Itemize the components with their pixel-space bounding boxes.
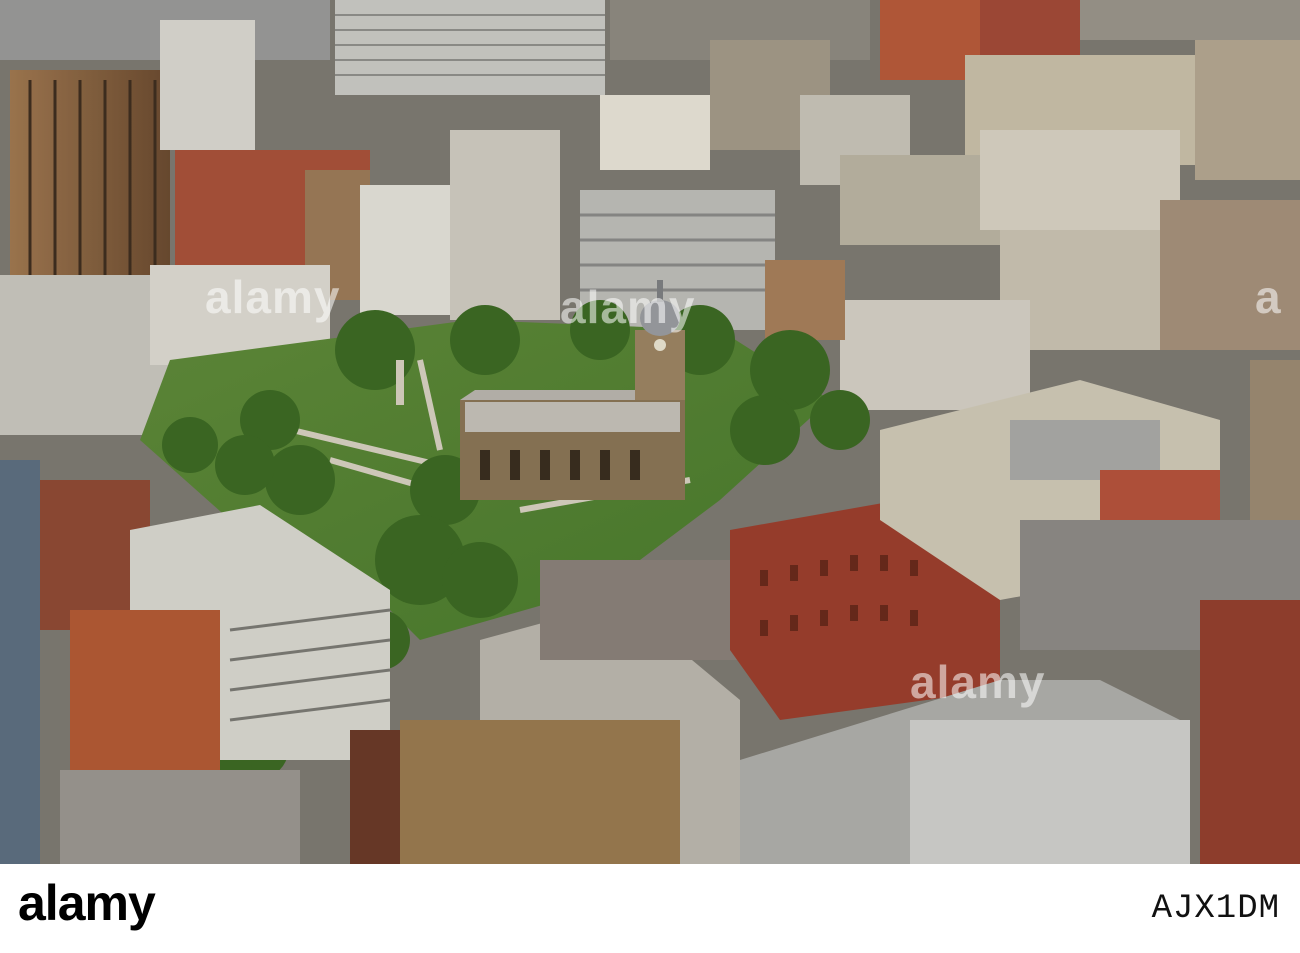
- aerial-city-photo: alamy alamy alamy a: [0, 0, 1300, 864]
- cityscape-illustration: [0, 0, 1300, 864]
- alamy-logo: alamy: [18, 875, 156, 931]
- footer-bar: alamy AJX1DM: [0, 864, 1300, 953]
- image-id: AJX1DM: [1151, 890, 1280, 928]
